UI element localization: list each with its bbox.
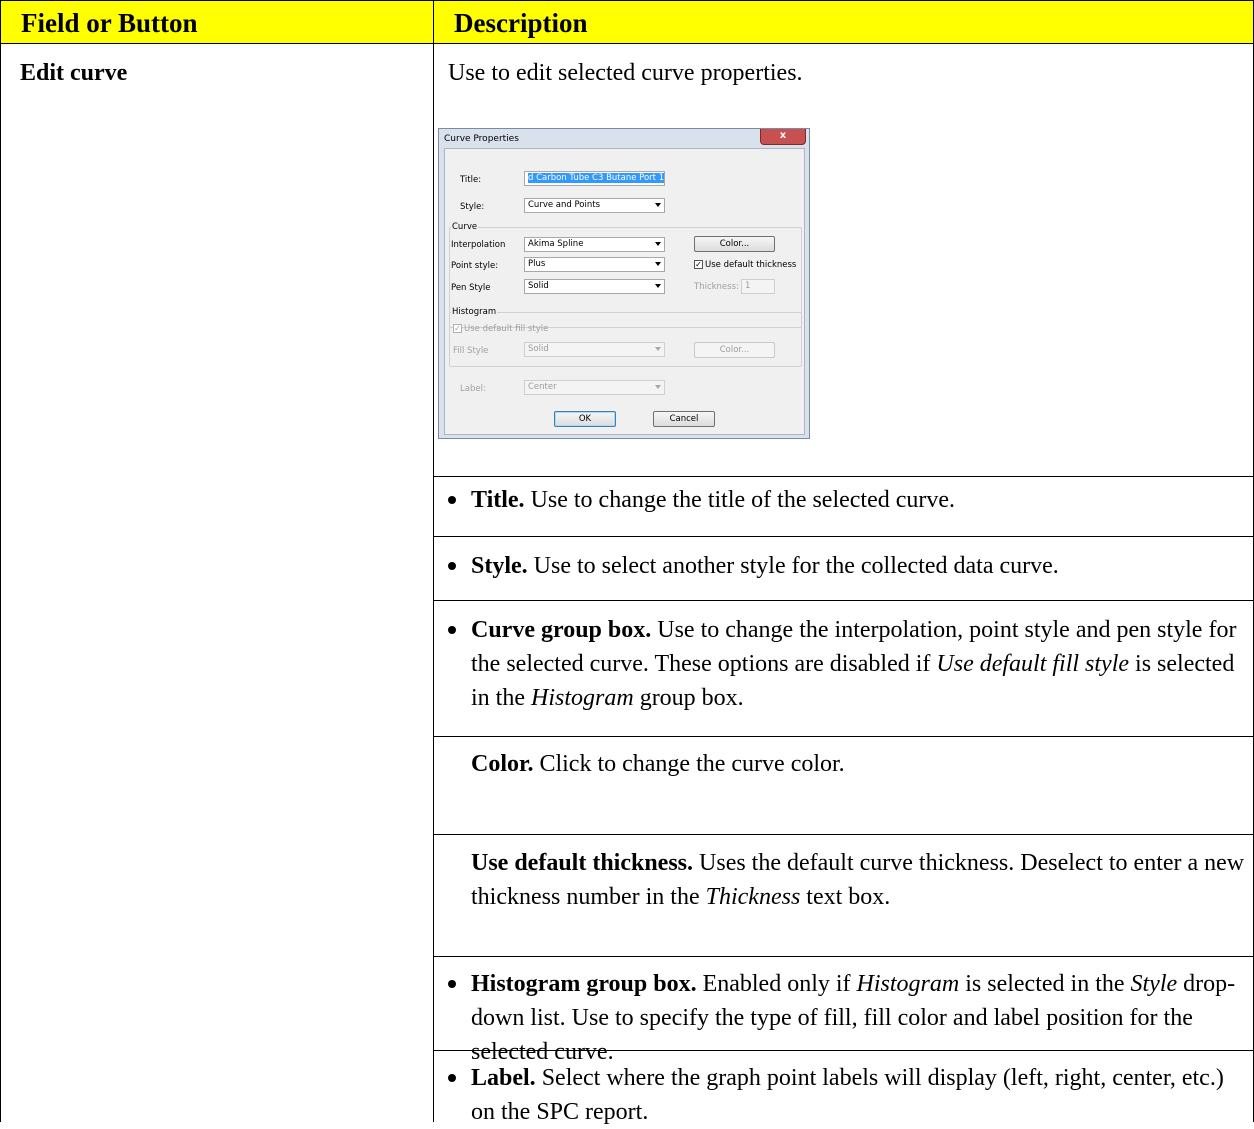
thickness-italic: Thickness	[705, 884, 801, 910]
header-field-label: Field or Button	[21, 8, 198, 38]
check-icon: ✓	[454, 324, 461, 333]
chevron-down-icon	[655, 284, 661, 288]
title-label: Title:	[460, 175, 482, 185]
default-fill-checkbox[interactable]: ✓	[453, 324, 462, 333]
label-bullet-term: Label.	[471, 1065, 536, 1091]
chevron-down-icon	[655, 203, 661, 207]
close-glyph: x	[779, 130, 787, 141]
pen-style-value: Solid	[528, 281, 549, 291]
default-thickness-checkbox[interactable]: ✓	[694, 260, 703, 269]
chevron-down-icon	[655, 242, 661, 246]
curve-bullet-italic: Use default fill style	[936, 651, 1130, 677]
color-text: Click to change the curve color.	[533, 751, 845, 777]
pen-style-select[interactable]: Solid	[524, 279, 665, 294]
color-button[interactable]: Color...	[694, 236, 775, 252]
row-divider	[433, 736, 1254, 737]
dialog-title: Curve Properties	[444, 134, 519, 144]
histogram-bullet-text: Enabled only if	[696, 971, 857, 997]
point-style-value: Plus	[528, 259, 546, 269]
interpolation-value: Akima Spline	[528, 239, 584, 249]
histogram-bullet-italic: Style	[1130, 971, 1178, 997]
color-paragraph: Color. Click to change the curve color.	[471, 747, 1251, 781]
histogram-bullet-term: Histogram group box.	[471, 971, 697, 997]
histogram-bullet-italic: Histogram	[856, 971, 960, 997]
curve-bullet-term: Curve group box.	[471, 617, 652, 643]
thickness-term: Use default thickness.	[471, 850, 694, 876]
pen-style-label: Pen Style	[451, 283, 491, 293]
bullet-icon	[448, 626, 456, 634]
row-divider	[433, 834, 1254, 835]
thickness-paragraph: Use default thickness. Uses the default …	[471, 846, 1251, 914]
column-divider	[433, 44, 434, 1122]
label-select[interactable]: Center	[524, 380, 665, 395]
curve-bullet-text: group box.	[633, 685, 744, 711]
title-bullet: Title. Use to change the title of the se…	[471, 483, 1251, 517]
bullet-icon	[448, 562, 456, 570]
default-fill-label: Use default fill style	[464, 324, 549, 334]
style-bullet: Style. Use to select another style for t…	[471, 549, 1251, 583]
curve-properties-dialog: Curve Properties x Title: d Carbon Tube …	[438, 128, 810, 439]
default-thickness-label: Use default thickness	[705, 260, 797, 270]
color-term: Color.	[471, 751, 534, 777]
histogram-group	[449, 312, 802, 367]
dialog-titlebar: Curve Properties x	[439, 129, 809, 147]
chevron-down-icon	[655, 347, 661, 351]
left-border	[0, 44, 1, 1122]
label-bullet-text: Select where the graph point labels will…	[471, 1065, 1224, 1125]
point-style-label: Point style:	[451, 261, 499, 271]
curve-bullet-italic: Histogram	[531, 685, 634, 711]
interpolation-select[interactable]: Akima Spline	[524, 237, 665, 252]
thickness-input[interactable]: 1	[741, 279, 775, 294]
ok-button[interactable]: OK	[554, 411, 616, 427]
curve-group-label: Curve	[451, 222, 479, 232]
label-value: Center	[528, 382, 557, 392]
label-label: Label:	[460, 384, 486, 394]
row-divider	[433, 536, 1254, 537]
style-bullet-term: Style.	[471, 553, 528, 579]
point-style-select[interactable]: Plus	[524, 257, 665, 272]
histogram-bullet-text: is selected in the	[959, 971, 1131, 997]
thickness-text: text box.	[800, 884, 891, 910]
title-value: d Carbon Tube C3 Butane Port 1	[528, 173, 665, 183]
thickness-value: 1	[745, 281, 751, 291]
chevron-down-icon	[655, 385, 661, 389]
field-name: Edit curve	[20, 60, 128, 86]
row-divider	[433, 956, 1254, 957]
style-select[interactable]: Curve and Points	[524, 198, 665, 213]
header-field-or-button: Field or Button	[0, 0, 434, 44]
close-icon[interactable]: x	[760, 129, 806, 145]
style-bullet-text: Use to select another style for the coll…	[527, 553, 1059, 579]
fill-style-label: Fill Style	[453, 346, 489, 356]
fill-style-select[interactable]: Solid	[524, 342, 665, 357]
histogram-group-label: Histogram	[451, 307, 498, 317]
header-description-label: Description	[454, 8, 588, 38]
thickness-label: Thickness:	[694, 282, 739, 292]
histogram-color-button[interactable]: Color...	[694, 342, 775, 358]
title-input[interactable]: d Carbon Tube C3 Butane Port 1	[524, 171, 665, 186]
bullet-icon	[448, 496, 456, 504]
bullet-icon	[448, 1074, 456, 1082]
fill-style-value: Solid	[528, 344, 549, 354]
histogram-group-bullet: Histogram group box. Enabled only if His…	[471, 967, 1251, 1069]
check-icon: ✓	[695, 260, 702, 269]
chevron-down-icon	[655, 262, 661, 266]
row-intro: Use to edit selected curve properties.	[448, 60, 803, 86]
curve-group-bullet: Curve group box. Use to change the inter…	[471, 613, 1251, 715]
label-bullet: Label. Select where the graph point labe…	[471, 1061, 1251, 1129]
header-description: Description	[433, 0, 1254, 44]
style-value: Curve and Points	[528, 200, 601, 210]
style-label: Style:	[460, 202, 485, 212]
dialog-body: Title: d Carbon Tube C3 Butane Port 1 St…	[444, 148, 805, 435]
row-divider	[433, 476, 1254, 477]
bullet-icon	[448, 980, 456, 988]
title-bullet-term: Title.	[471, 487, 525, 513]
row-divider	[433, 600, 1254, 601]
title-bullet-text: Use to change the title of the selected …	[524, 487, 956, 513]
cancel-button[interactable]: Cancel	[653, 411, 715, 427]
interpolation-label: Interpolation	[451, 240, 506, 250]
